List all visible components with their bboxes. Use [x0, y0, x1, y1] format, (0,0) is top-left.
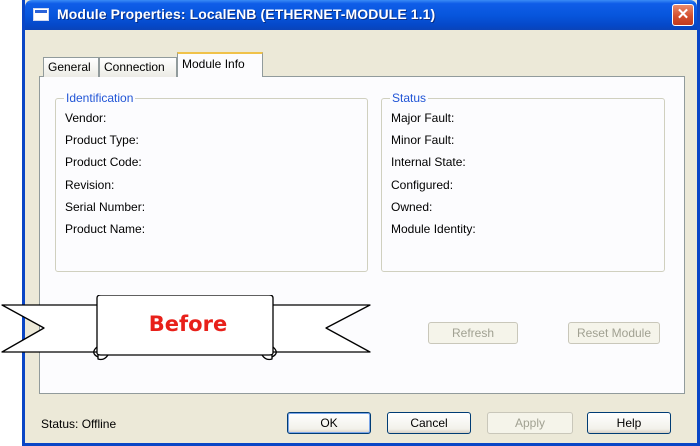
status-legend: Status — [390, 91, 429, 105]
product-type-label: Product Type: — [65, 133, 139, 147]
cancel-button[interactable]: Cancel — [387, 412, 471, 434]
status-group: Status Major Fault: Minor Fault: Interna… — [381, 91, 665, 272]
identification-group: Identification Vendor: Product Type: Pro… — [55, 91, 368, 272]
ok-button[interactable]: OK — [287, 412, 371, 434]
tab-connection[interactable]: Connection — [99, 57, 177, 77]
close-icon: ✕ — [676, 6, 690, 23]
ribbon-left-tail — [1, 304, 99, 353]
title-bar[interactable]: Module Properties: LocalENB (ETHERNET-MO… — [25, 0, 697, 30]
module-properties-window: Module Properties: LocalENB (ETHERNET-MO… — [22, 0, 700, 446]
close-button[interactable]: ✕ — [672, 4, 694, 26]
minor-fault-label: Minor Fault: — [391, 133, 455, 147]
module-identity-label: Module Identity: — [391, 222, 476, 236]
window-title: Module Properties: LocalENB (ETHERNET-MO… — [57, 6, 436, 22]
refresh-button[interactable]: Refresh — [428, 322, 518, 344]
product-name-label: Product Name: — [65, 222, 146, 236]
tab-module-info[interactable]: Module Info — [177, 52, 263, 77]
reset-module-button[interactable]: Reset Module — [568, 322, 660, 344]
tab-general[interactable]: General — [43, 57, 99, 77]
revision-label: Revision: — [65, 178, 115, 192]
major-fault-label: Major Fault: — [391, 111, 455, 125]
product-code-label: Product Code: — [65, 155, 142, 169]
window-icon — [33, 8, 49, 21]
ribbon-right-tail — [271, 304, 371, 353]
help-button[interactable]: Help — [587, 412, 671, 434]
owned-label: Owned: — [391, 200, 433, 214]
configured-label: Configured: — [391, 178, 454, 192]
vendor-label: Vendor: — [65, 111, 107, 125]
identification-legend: Identification — [64, 91, 136, 105]
before-label: Before — [148, 312, 228, 336]
serial-number-label: Serial Number: — [65, 200, 146, 214]
internal-state-label: Internal State: — [391, 155, 466, 169]
apply-button[interactable]: Apply — [487, 412, 573, 434]
connection-status: Status: Offline — [41, 417, 117, 431]
